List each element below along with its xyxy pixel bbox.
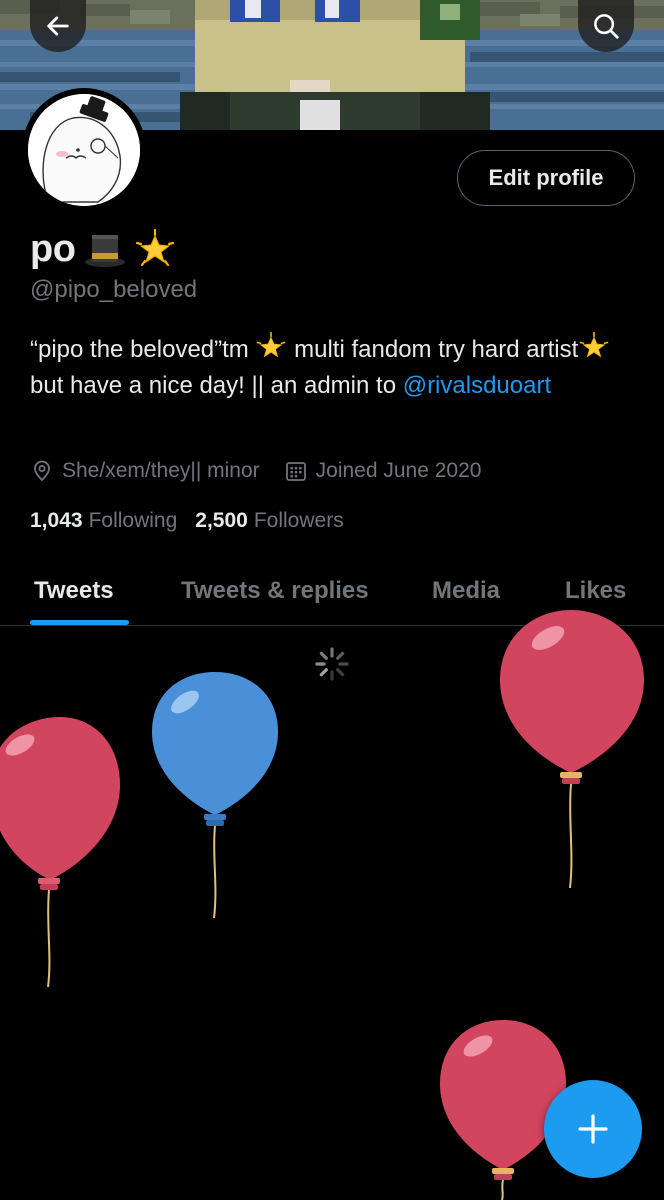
avatar-image: [28, 94, 140, 206]
location-pin-icon: [34, 460, 50, 482]
tab-media[interactable]: Media: [432, 556, 500, 626]
top-hat-emoji: [85, 235, 126, 267]
following-label: Following: [88, 509, 178, 532]
follow-stats: 1,043 Following 2,500 Followers: [30, 505, 344, 537]
profile-meta: She/xem/they|| minor Joined June 2020: [30, 455, 481, 487]
bio-text-2: multi fandom try hard artist: [287, 336, 579, 363]
edit-profile-button[interactable]: Edit profile: [457, 150, 635, 206]
tab-tweets[interactable]: Tweets: [34, 556, 114, 626]
display-name-row: po: [30, 224, 175, 274]
glowing-star-emoji: [579, 332, 609, 358]
followers-label: Followers: [253, 509, 344, 532]
glowing-star-emoji: [136, 229, 175, 267]
active-tab-indicator: [30, 620, 129, 625]
profile-avatar[interactable]: [22, 88, 146, 212]
arrow-left-icon: [47, 16, 69, 36]
red-balloon: [0, 717, 120, 988]
display-name: po: [30, 227, 76, 270]
followers-link[interactable]: 2,500 Followers: [195, 509, 343, 533]
plus-icon: [578, 1114, 608, 1144]
location-item: She/xem/they|| minor: [30, 459, 260, 483]
loading-spinner-icon: [315, 647, 349, 681]
profile-handle: @pipo_beloved: [30, 276, 198, 303]
joined-item: Joined June 2020: [284, 459, 482, 483]
following-count: 1,043: [30, 509, 83, 532]
search-icon: [594, 14, 619, 39]
bio-mention-link[interactable]: @rivalsduoart: [403, 372, 551, 399]
joined-text: Joined June 2020: [315, 459, 482, 482]
tab-tweets-replies[interactable]: Tweets & replies: [181, 556, 369, 626]
location-text: She/xem/they|| minor: [62, 459, 260, 482]
following-link[interactable]: 1,043 Following: [30, 509, 177, 533]
blue-balloon: [152, 672, 278, 919]
profile-bio: “pipo the beloved”tm multi fandom try ha…: [30, 332, 640, 404]
bio-text-3: but have a nice day! || an admin to: [30, 372, 403, 399]
red-balloon: [500, 610, 644, 889]
glowing-star-emoji: [257, 332, 286, 358]
calendar-icon: [285, 462, 306, 481]
followers-count: 2,500: [195, 509, 248, 532]
bio-text-1: “pipo the beloved”tm: [30, 336, 256, 363]
compose-tweet-button[interactable]: [544, 1080, 642, 1178]
